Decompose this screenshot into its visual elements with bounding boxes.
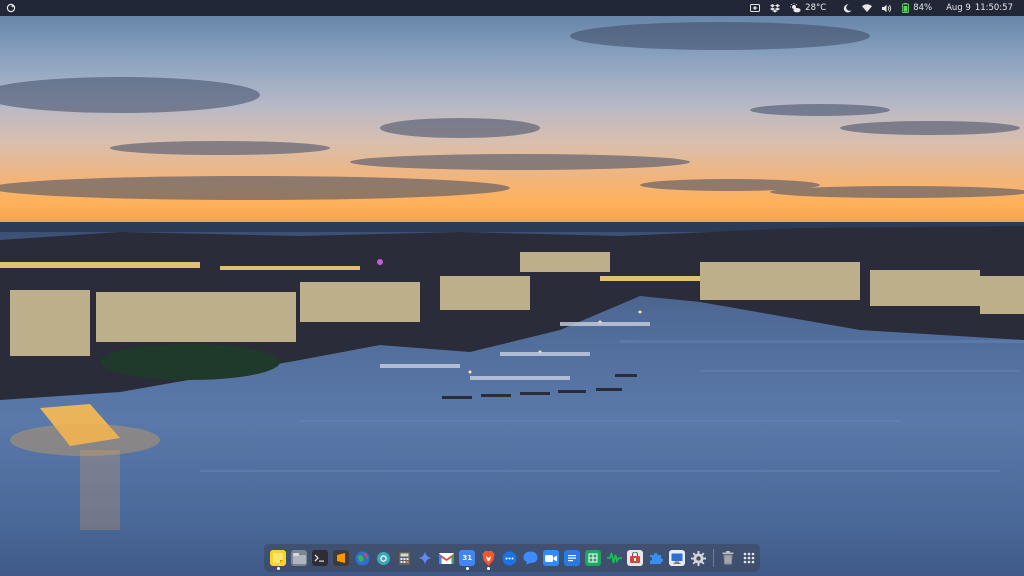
dock-item-meet[interactable] [541, 546, 562, 570]
terminal-icon [312, 550, 329, 566]
time-label: 11:50:57 [974, 3, 1013, 13]
globe-icon [354, 550, 370, 566]
dock-item-docs[interactable] [562, 546, 583, 570]
app-grid-icon [741, 550, 757, 566]
moon-icon [844, 3, 852, 12]
dock-item-store[interactable] [625, 546, 646, 570]
running-indicator [487, 567, 490, 570]
calendar-day-label: 31 [462, 554, 473, 562]
dock-item-brave[interactable] [478, 546, 499, 570]
dock-item-audio-analyzer[interactable] [604, 546, 625, 570]
brave-icon [480, 550, 496, 566]
running-indicator [277, 567, 280, 570]
chat-dots-icon [501, 550, 517, 566]
wifi-icon [862, 4, 873, 12]
weather-indicator[interactable]: 28°C [785, 0, 831, 16]
dock-separator [713, 549, 714, 567]
gnome-activities-icon [6, 3, 16, 13]
lifebuoy-icon [375, 550, 391, 566]
trash-icon [720, 550, 736, 566]
docs-icon [564, 550, 581, 566]
sparkle-icon [417, 550, 433, 566]
screenshot-icon [750, 4, 761, 12]
video-icon [543, 550, 560, 566]
wifi-indicator[interactable] [857, 0, 877, 16]
system-tray: 28°C 84% Aug 9 11:50:57 [745, 0, 1018, 16]
calculator-icon [396, 550, 413, 566]
dock-item-terminal[interactable] [310, 546, 331, 570]
dock-item-sticky-notes[interactable] [268, 546, 289, 570]
chat-icon [522, 550, 538, 566]
dock-item-help[interactable] [373, 546, 394, 570]
waveform-icon [606, 550, 622, 566]
dock-item-chat[interactable] [520, 546, 541, 570]
dock-item-gemini[interactable] [415, 546, 436, 570]
sheets-icon [585, 550, 602, 566]
dock-item-settings[interactable] [688, 546, 709, 570]
night-light-indicator[interactable] [831, 0, 857, 16]
dock: 31 [264, 544, 760, 572]
dock-item-sublime-text[interactable] [331, 546, 352, 570]
clock-button[interactable]: Aug 9 11:50:57 [937, 0, 1018, 16]
dock-item-calculator[interactable] [394, 546, 415, 570]
gear-icon [690, 550, 706, 566]
screenshot-button[interactable] [745, 0, 765, 16]
dock-item-calendar[interactable]: 31 [457, 546, 478, 570]
monitor-icon [669, 550, 686, 566]
calendar-icon: 31 [459, 550, 476, 566]
sun-cloud-icon [790, 3, 801, 13]
dock-item-remote-desktop[interactable] [667, 546, 688, 570]
puzzle-icon [648, 550, 664, 566]
sticky-note-icon [270, 550, 287, 566]
top-bar: 28°C 84% Aug 9 11:50:57 [0, 0, 1024, 16]
volume-indicator[interactable] [877, 0, 897, 16]
dock-item-gmail[interactable] [436, 546, 457, 570]
show-applications-button[interactable] [739, 546, 760, 570]
files-icon [291, 550, 308, 566]
wallpaper-scene [0, 22, 1024, 530]
battery-percent-label: 84% [913, 3, 933, 13]
date-label: Aug 9 [946, 3, 971, 13]
dock-item-trash[interactable] [718, 546, 739, 570]
dropbox-icon [770, 3, 781, 13]
dock-item-browser[interactable] [352, 546, 373, 570]
sublime-icon [333, 550, 350, 566]
dock-item-messages[interactable] [499, 546, 520, 570]
speaker-icon [882, 4, 892, 12]
dropbox-button[interactable] [765, 0, 785, 16]
dock-item-extensions[interactable] [646, 546, 667, 570]
battery-indicator[interactable]: 84% [897, 0, 937, 16]
desktop-wallpaper [0, 0, 1024, 576]
battery-icon [902, 3, 910, 13]
gmail-icon [438, 550, 454, 566]
temperature-label: 28°C [805, 3, 827, 13]
dock-item-sheets[interactable] [583, 546, 604, 570]
running-indicator [466, 567, 469, 570]
store-icon [627, 550, 644, 566]
dock-item-files[interactable] [289, 546, 310, 570]
activities-button[interactable] [3, 0, 19, 16]
